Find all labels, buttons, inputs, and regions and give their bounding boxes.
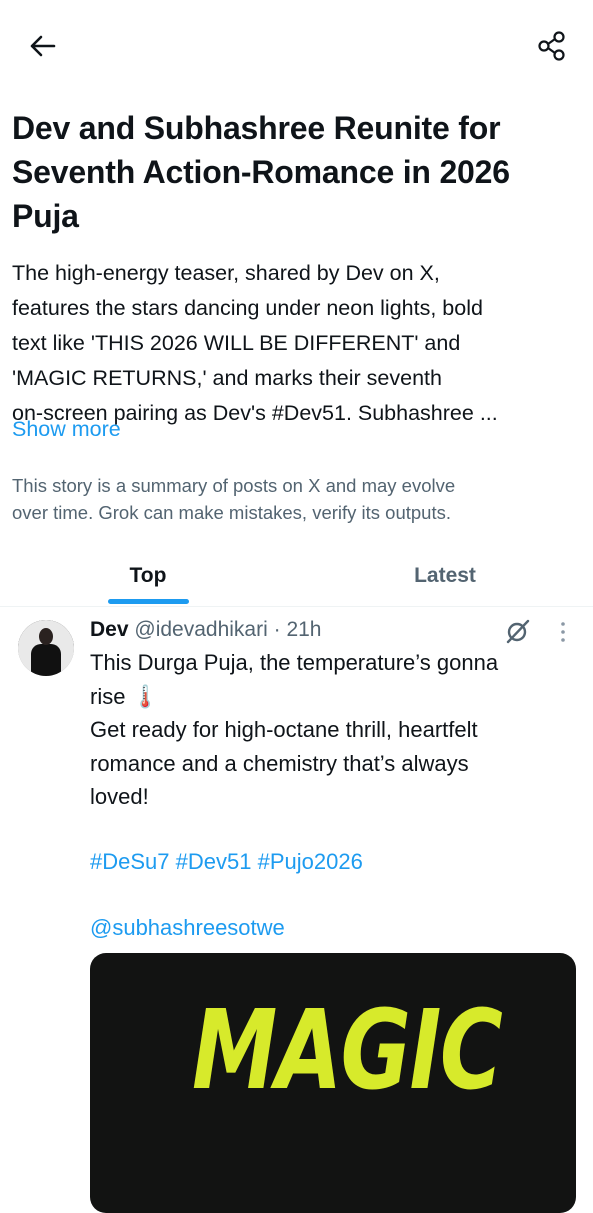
- post-text: This Durga Puja, the temperature’s gonna…: [90, 646, 580, 814]
- disclaimer: This story is a summary of posts on X an…: [12, 472, 584, 526]
- post-media[interactable]: MAGIC: [90, 953, 576, 1213]
- summary-line: features the stars dancing under neon li…: [12, 296, 483, 320]
- summary-line: 'MAGIC RETURNS,' and marks their seventh: [12, 366, 442, 390]
- post-line: rise 🌡️: [90, 683, 159, 709]
- disclaimer-line: This story is a summary of posts on X an…: [12, 475, 456, 496]
- author-handle[interactable]: @idevadhikari: [134, 618, 267, 641]
- avatar[interactable]: [18, 620, 74, 676]
- arrow-left-icon[interactable]: [22, 26, 62, 66]
- media-title-text: MAGIC: [192, 986, 503, 1114]
- story-summary: The high-energy teaser, shared by Dev on…: [12, 256, 584, 431]
- post-line: This Durga Puja, the temperature’s gonna: [90, 650, 499, 675]
- post-header: Dev @idevadhikari · 21h: [90, 616, 322, 644]
- hashtags: #DeSu7 #Dev51 #Pujo2026: [90, 845, 363, 878]
- avatar-figure: [31, 644, 61, 676]
- mention: @subhashreesotwe: [90, 911, 285, 944]
- grok-icon[interactable]: [504, 617, 532, 645]
- active-tab-indicator: [108, 599, 189, 604]
- mention-link[interactable]: @subhashreesotwe: [90, 915, 285, 940]
- tab-top[interactable]: Top: [0, 546, 296, 606]
- share-icon[interactable]: [532, 26, 572, 66]
- post-line: loved!: [90, 784, 149, 809]
- summary-line: The high-energy teaser, shared by Dev on…: [12, 261, 440, 285]
- story-title: Dev and Subhashree Reunite for Seventh A…: [12, 110, 510, 234]
- post-line: romance and a chemistry that’s always: [90, 750, 469, 776]
- separator-dot: ·: [273, 618, 281, 641]
- hashtag-pujo2026[interactable]: #Pujo2026: [258, 849, 363, 874]
- disclaimer-line: over time. Grok can make mistakes, verif…: [12, 502, 452, 523]
- post-time[interactable]: 21h: [286, 618, 321, 641]
- author-name[interactable]: Dev: [90, 618, 129, 641]
- avatar-head: [39, 628, 53, 645]
- more-vertical-icon[interactable]: [552, 618, 574, 646]
- summary-line: text like 'THIS 2026 WILL BE DIFFERENT' …: [12, 331, 461, 355]
- hashtag-desu7[interactable]: #DeSu7: [90, 849, 170, 874]
- hashtag-dev51[interactable]: #Dev51: [176, 849, 252, 874]
- feed-tabs: Top Latest: [0, 546, 593, 607]
- top-bar: [0, 0, 593, 96]
- post-line: Get ready for high-octane thrill, heartf…: [90, 717, 478, 742]
- show-more-link[interactable]: Show more: [12, 417, 121, 442]
- tab-latest[interactable]: Latest: [297, 546, 593, 606]
